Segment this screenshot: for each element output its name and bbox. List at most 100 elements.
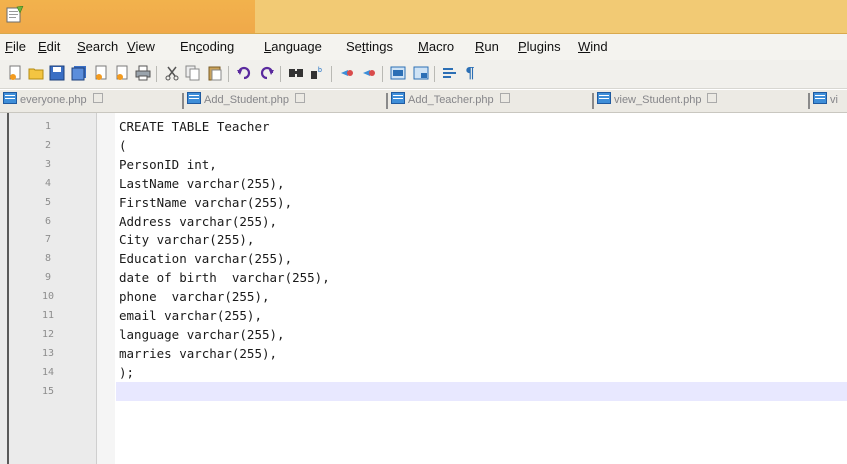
line-number: 9 <box>44 272 52 283</box>
tab-view-partial[interactable]: vi <box>813 92 838 109</box>
tab-close-icon[interactable] <box>92 93 103 103</box>
tab-separator <box>386 93 388 109</box>
menu-view[interactable]: View <box>127 39 155 54</box>
tab-everyone-php[interactable]: everyone.php <box>3 92 103 109</box>
svg-text:b: b <box>318 67 322 74</box>
toolbar-separator <box>280 66 281 82</box>
toolbar-separator <box>434 66 435 82</box>
line-number: 14 <box>41 367 55 378</box>
title-bar <box>0 0 847 34</box>
menu-file[interactable]: File <box>5 39 26 54</box>
tab-add-teacher-php[interactable]: Add_Teacher.php <box>391 92 510 109</box>
title-bar-left <box>0 0 255 33</box>
print-icon[interactable] <box>134 65 152 82</box>
tab-label: view_Student.php <box>614 94 702 106</box>
replace-icon[interactable]: b <box>309 65 327 82</box>
sync-horizontal-icon[interactable] <box>412 65 430 82</box>
document-icon <box>813 92 827 104</box>
current-line-highlight <box>116 382 847 401</box>
zoom-out-icon[interactable] <box>360 65 378 82</box>
code-line[interactable]: FirstName varchar(255), <box>119 193 292 212</box>
toolbar-separator <box>331 66 332 82</box>
code-line[interactable]: date of birth varchar(255), <box>119 268 330 287</box>
menu-encoding[interactable]: Encoding <box>180 39 234 54</box>
menu-language[interactable]: Language <box>264 39 322 54</box>
line-number: 2 <box>44 140 52 151</box>
new-file-icon[interactable] <box>6 65 24 82</box>
redo-icon[interactable] <box>258 65 276 82</box>
copy-icon[interactable] <box>184 65 202 82</box>
save-icon[interactable] <box>48 65 66 82</box>
menu-macro[interactable]: Macro <box>418 39 454 54</box>
line-number: 12 <box>41 329 55 340</box>
code-line[interactable]: LastName varchar(255), <box>119 174 285 193</box>
undo-icon[interactable] <box>235 65 253 82</box>
code-line[interactable]: PersonID int, <box>119 155 217 174</box>
line-number: 1 <box>44 121 52 132</box>
document-icon <box>597 92 611 104</box>
code-line[interactable]: City varchar(255), <box>119 230 254 249</box>
line-number: 10 <box>41 291 55 302</box>
line-number: 13 <box>41 348 55 359</box>
sync-vertical-icon[interactable] <box>389 65 407 82</box>
line-number: 11 <box>41 310 55 321</box>
menu-edit[interactable]: Edit <box>38 39 60 54</box>
notepad-app-icon <box>6 6 24 23</box>
fold-margin[interactable] <box>97 113 115 464</box>
line-number: 3 <box>44 159 52 170</box>
word-wrap-icon[interactable] <box>441 65 459 82</box>
tab-close-icon[interactable] <box>707 93 718 103</box>
line-number: 5 <box>44 197 52 208</box>
menu-settings[interactable]: Settings <box>346 39 393 54</box>
tab-separator <box>592 93 594 109</box>
code-line[interactable]: ( <box>119 136 127 155</box>
line-number: 7 <box>44 234 52 245</box>
line-number: 6 <box>44 216 52 227</box>
menu-run[interactable]: Run <box>475 39 499 54</box>
code-line[interactable]: marries varchar(255), <box>119 344 277 363</box>
menu-wind[interactable]: Wind <box>578 39 608 54</box>
editor-area[interactable]: 1 CREATE TABLE Teacher 2 (3 PersonID int, 4 La… <box>0 113 847 464</box>
toolbar-separator <box>156 66 157 82</box>
document-icon <box>187 92 201 104</box>
tab-close-icon[interactable] <box>295 93 306 103</box>
toolbar-separator <box>382 66 383 82</box>
tab-separator <box>182 93 184 109</box>
tab-label: vi <box>830 94 838 106</box>
tab-add-student-php[interactable]: Add_Student.php <box>187 92 306 109</box>
close-all-icon[interactable] <box>113 65 131 82</box>
tab-bar: everyone.php Add_Student.php Add_Teacher… <box>0 90 847 113</box>
menu-bar: File Edit Search View Encoding Language Settin… <box>0 34 847 60</box>
show-all-chars-icon[interactable]: ¶ <box>461 65 479 82</box>
code-line[interactable]: ); <box>119 363 134 382</box>
tab-separator <box>808 93 810 109</box>
find-icon[interactable] <box>287 65 305 82</box>
line-number: 15 <box>41 386 55 397</box>
menu-search[interactable]: Search <box>77 39 118 54</box>
paste-icon[interactable] <box>206 65 224 82</box>
code-line[interactable]: email varchar(255), <box>119 306 262 325</box>
code-line[interactable]: Address varchar(255), <box>119 212 277 231</box>
close-icon[interactable] <box>92 65 110 82</box>
toolbar: b ¶ <box>0 60 847 89</box>
code-line[interactable]: phone varchar(255), <box>119 287 270 306</box>
tab-view-student-php[interactable]: view_Student.php <box>597 92 718 109</box>
line-number: 8 <box>44 253 52 264</box>
cut-icon[interactable] <box>163 65 181 82</box>
tab-close-icon[interactable] <box>499 93 510 103</box>
zoom-in-icon[interactable] <box>338 65 356 82</box>
menu-plugins[interactable]: Plugins <box>518 39 561 54</box>
document-icon <box>3 92 17 104</box>
document-icon <box>391 92 405 104</box>
gutter-edge <box>7 113 9 464</box>
open-file-icon[interactable] <box>27 65 45 82</box>
toolbar-separator <box>228 66 229 82</box>
save-all-icon[interactable] <box>70 65 88 82</box>
tab-label: Add_Teacher.php <box>408 94 494 106</box>
code-line[interactable]: Education varchar(255), <box>119 249 292 268</box>
line-number: 4 <box>44 178 52 189</box>
code-line[interactable]: language varchar(255), <box>119 325 285 344</box>
code-line[interactable]: CREATE TABLE Teacher <box>119 117 270 136</box>
tab-label: everyone.php <box>20 94 87 106</box>
tab-label: Add_Student.php <box>204 94 290 106</box>
